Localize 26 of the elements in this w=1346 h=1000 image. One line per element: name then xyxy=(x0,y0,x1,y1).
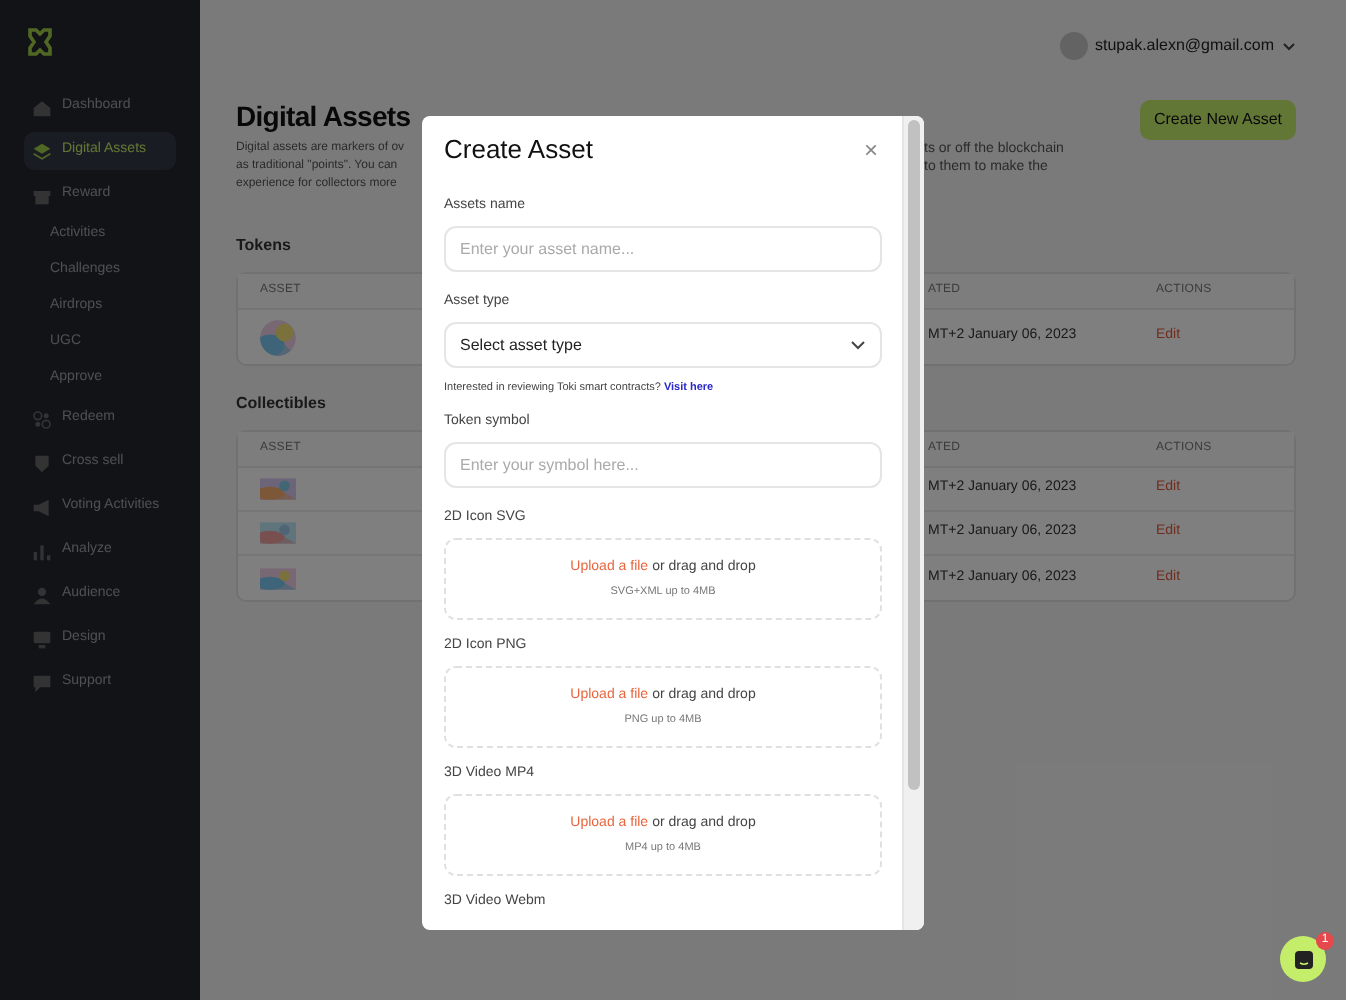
chat-bubble-icon xyxy=(32,673,52,693)
section-title: Tokens xyxy=(236,234,291,258)
create-new-asset-button[interactable]: Create New Asset xyxy=(1139,100,1296,140)
page-title: Digital Assets xyxy=(236,98,413,136)
person-icon xyxy=(32,585,52,605)
user-email[interactable]: stupak.alexn@gmail.com xyxy=(1095,34,1274,58)
megaphone-icon xyxy=(32,497,52,517)
monitor-icon xyxy=(32,629,52,649)
circles-icon xyxy=(32,409,52,429)
chat-button[interactable] xyxy=(1280,936,1326,982)
close-button[interactable]: × xyxy=(863,138,878,162)
input-field[interactable]: Enter your symbol here... xyxy=(444,442,882,488)
input-field[interactable]: Enter your asset name... xyxy=(444,226,882,272)
chevron-down-icon[interactable] xyxy=(1282,41,1296,51)
modal-title: Create Asset xyxy=(444,132,593,169)
layers-icon xyxy=(32,141,52,161)
section-title: Collectibles xyxy=(236,392,326,416)
select-field[interactable]: Select asset type xyxy=(444,322,882,368)
house-icon xyxy=(32,97,52,117)
bar-chart-icon xyxy=(32,541,52,561)
select-value: Select asset type xyxy=(460,333,582,357)
chat-icon xyxy=(1293,949,1313,969)
shield-icon xyxy=(32,453,52,473)
scrollbar[interactable] xyxy=(902,116,924,930)
logo-icon xyxy=(26,28,54,56)
chevron-down-icon xyxy=(850,340,866,350)
